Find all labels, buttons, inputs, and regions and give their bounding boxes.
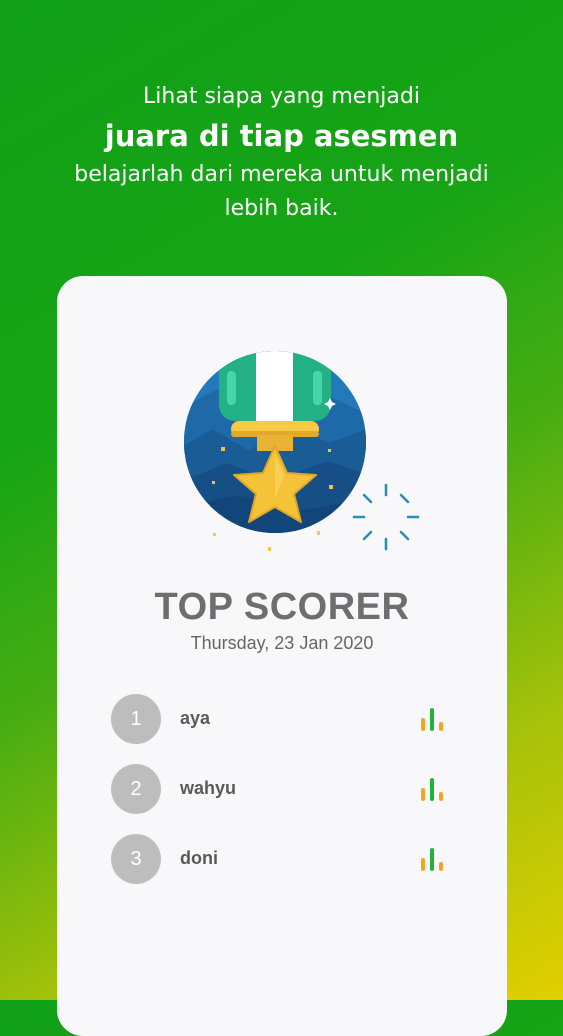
scorer-row: 1 aya [111,694,451,744]
scorer-name: doni [180,848,218,868]
headline-line-2: juara di tiap asesmen [104,119,459,153]
scorer-name: wahyu [180,778,237,798]
headline-line-1: Lihat siapa yang menjadi [143,84,420,109]
rank-badge: 3 [111,834,161,884]
rank-badge: 1 [111,694,161,744]
bar-chart-icon [421,708,443,731]
assessment-date: Thursday, 23 Jan 2020 [190,633,374,653]
sparkle-burst-icon [352,483,420,551]
onboarding-headline: Lihat siapa yang menjadi juara di tiap a… [0,80,563,226]
scorer-name: aya [180,708,211,728]
scorer-row: 3 doni [111,834,451,884]
rank-badge: 2 [111,764,161,814]
headline-line-3: belajarlah dari mereka untuk menjadi leb… [74,162,489,221]
scorer-row: 2 wahyu [111,764,451,814]
bar-chart-icon [421,848,443,871]
bar-chart-icon [421,778,443,801]
top-scorer-title: TOP SCORER [154,586,410,628]
medal-star-icon [184,351,420,551]
top-scorer-card: TOP SCORER Thursday, 23 Jan 2020 1 aya 2… [57,276,507,1036]
